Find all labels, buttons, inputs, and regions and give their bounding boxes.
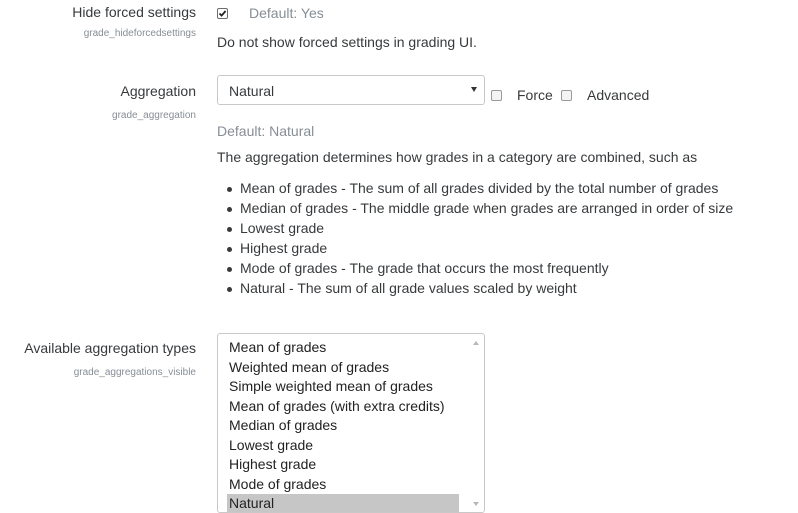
hide-forced-settings-label: Hide forced settings bbox=[72, 4, 196, 20]
list-item: Mean of grades - The sum of all grades d… bbox=[224, 180, 733, 200]
list-item: Median of grades - The middle grade when… bbox=[224, 200, 733, 220]
available-aggregation-types-listbox[interactable]: Mean of grades Weighted mean of grades S… bbox=[217, 333, 485, 513]
aggregation-key: grade_aggregation bbox=[112, 110, 196, 121]
list-item: Lowest grade bbox=[224, 220, 733, 240]
aggregation-select[interactable]: Natural bbox=[217, 75, 485, 105]
aggregation-force-checkbox[interactable] bbox=[491, 90, 502, 101]
chevron-down-icon bbox=[471, 87, 477, 92]
aggregation-methods-list: Mean of grades - The sum of all grades d… bbox=[224, 180, 733, 300]
hide-forced-settings-description: Do not show forced settings in grading U… bbox=[217, 34, 477, 50]
checkmark-icon bbox=[218, 10, 227, 17]
listbox-scrollbar[interactable] bbox=[470, 336, 482, 512]
list-item: Mode of grades - The grade that occurs t… bbox=[224, 260, 733, 280]
listbox-option[interactable]: Simple weighted mean of grades bbox=[227, 377, 459, 397]
hide-forced-settings-key: grade_hideforcedsettings bbox=[83, 28, 196, 39]
hide-forced-settings-default: Default: Yes bbox=[249, 5, 324, 21]
listbox-option[interactable]: Weighted mean of grades bbox=[227, 358, 459, 378]
aggregation-description: The aggregation determines how grades in… bbox=[217, 149, 698, 165]
available-aggregation-types-key: grade_aggregations_visible bbox=[73, 367, 196, 378]
listbox-option[interactable]: Mean of grades bbox=[227, 338, 459, 358]
available-aggregation-types-label: Available aggregation types bbox=[24, 340, 196, 356]
aggregation-force-label[interactable]: Force bbox=[517, 87, 553, 103]
aggregation-label: Aggregation bbox=[120, 83, 196, 99]
aggregation-advanced-checkbox[interactable] bbox=[561, 90, 572, 101]
aggregation-advanced-label[interactable]: Advanced bbox=[587, 87, 649, 103]
listbox-option[interactable]: Mode of grades bbox=[227, 475, 459, 495]
listbox-option[interactable]: Median of grades bbox=[227, 416, 459, 436]
listbox-option[interactable]: Highest grade bbox=[227, 455, 459, 475]
aggregation-select-value: Natural bbox=[229, 83, 275, 99]
list-item: Highest grade bbox=[224, 240, 733, 260]
listbox-option-selected[interactable]: Natural bbox=[227, 494, 459, 512]
list-item: Natural - The sum of all grade values sc… bbox=[224, 280, 733, 300]
scroll-down-icon[interactable] bbox=[473, 502, 479, 506]
listbox-option[interactable]: Lowest grade bbox=[227, 436, 459, 456]
hide-forced-settings-checkbox[interactable] bbox=[217, 8, 228, 19]
aggregation-default: Default: Natural bbox=[217, 123, 315, 139]
scroll-up-icon[interactable] bbox=[473, 341, 479, 345]
listbox-option[interactable]: Mean of grades (with extra credits) bbox=[227, 397, 459, 417]
